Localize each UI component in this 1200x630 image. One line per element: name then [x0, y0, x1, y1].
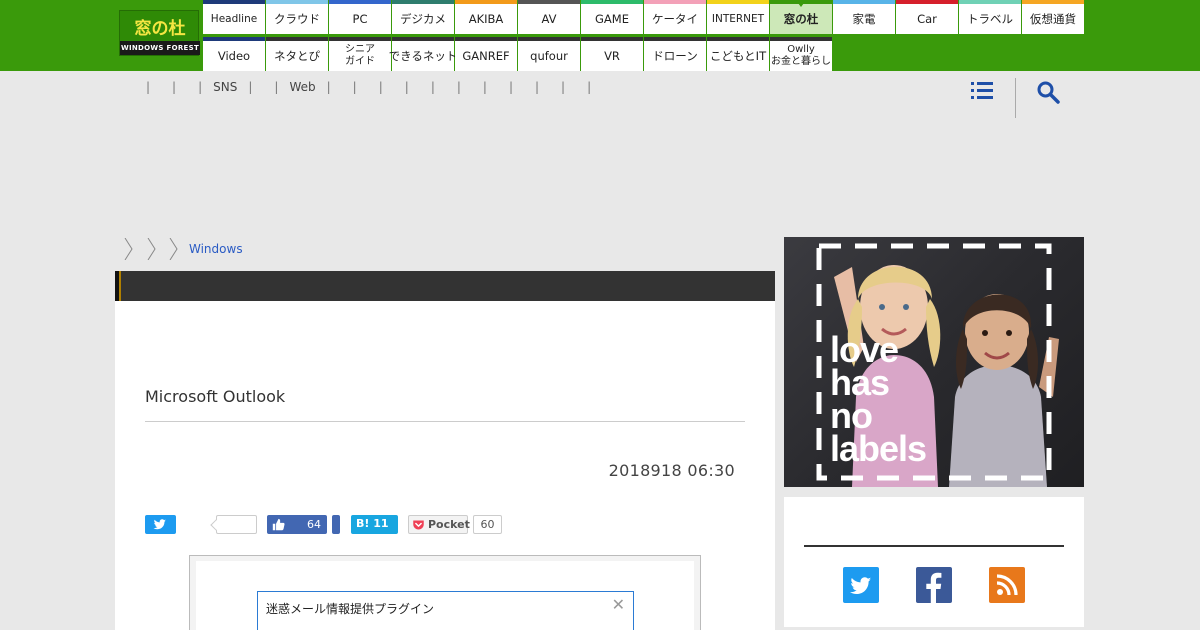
article-date: 2018918 06:30 [608, 461, 735, 480]
logo-name-jp: 窓の杜 [134, 19, 186, 39]
nav-separator: | [352, 80, 357, 94]
twitter-icon [153, 519, 166, 530]
site-link[interactable]: ケータイ [644, 0, 706, 34]
article-title-bar [115, 271, 775, 301]
network-sites-nav: Headline クラウド PC デジカメ AKIBA AV GAME ケータイ INTERNE… [203, 0, 1085, 71]
article-subtitle: Microsoft Outlook [145, 387, 286, 406]
nav-separator: | [430, 80, 435, 94]
site-link[interactable]: ネタとぴ [266, 37, 328, 71]
site-link[interactable]: Owlly お金と暮らし [770, 37, 832, 71]
site-link[interactable]: GAME [581, 0, 643, 34]
site-link[interactable]: ドローン [644, 37, 706, 71]
site-link[interactable]: Car [896, 0, 958, 34]
site-link[interactable]: 家電 [833, 0, 895, 34]
logo-name-en: WINDOWS FOREST [120, 41, 200, 55]
breadcrumb-link-windows[interactable]: Windows [189, 242, 243, 256]
site-link[interactable]: PC [329, 0, 391, 34]
hatena-bookmark-button[interactable]: B! 11 [351, 515, 398, 534]
site-link[interactable]: GANREF [455, 37, 517, 71]
screenshot-canvas: 迷惑メール情報提供プラグイン ✕ [196, 561, 694, 630]
nav-separator: | [248, 80, 253, 94]
facebook-icon[interactable] [916, 567, 952, 603]
site-link[interactable]: Video [203, 37, 265, 71]
nav-separator: | [587, 80, 592, 94]
chevron-right-icon [124, 238, 133, 260]
site-header: 窓の杜 WINDOWS FOREST Headline クラウド PC デジカメ AKI… [0, 0, 1200, 71]
site-link[interactable]: クラウド [266, 0, 328, 34]
header-divider [1015, 78, 1016, 118]
nav-separator: | [172, 80, 177, 94]
site-link[interactable]: シニア ガイド [329, 37, 391, 71]
facebook-like-button[interactable]: 64 [267, 515, 327, 534]
nav-separator: | [456, 80, 461, 94]
site-link[interactable]: 窓の杜 [770, 0, 832, 34]
nav-separator: | [326, 80, 331, 94]
nav-separator: | [198, 80, 203, 94]
plugin-dialog-title: 迷惑メール情報提供プラグイン [266, 602, 435, 616]
nav-separator: | [482, 80, 487, 94]
pocket-label: Pocket [428, 518, 470, 531]
site-link[interactable]: 仮想通貨 [1022, 0, 1084, 34]
nav-separator: | [561, 80, 566, 94]
sidebar-ad-banner[interactable]: love has no labels [784, 237, 1084, 487]
site-link[interactable]: できるネット [389, 37, 457, 71]
nav-separator: | [378, 80, 383, 94]
facebook-share-button[interactable] [332, 515, 340, 534]
follow-divider [804, 545, 1064, 547]
tweet-count [216, 515, 257, 534]
site-link[interactable]: VR [581, 37, 643, 71]
facebook-like-count: 64 [307, 518, 321, 531]
article-screenshot[interactable]: 迷惑メール情報提供プラグイン ✕ [189, 555, 701, 630]
chevron-right-icon [169, 238, 178, 260]
site-logo[interactable]: 窓の杜 WINDOWS FOREST [119, 10, 200, 56]
nav-separator: | [274, 80, 279, 94]
category-nav-item[interactable]: Web [289, 80, 315, 94]
pocket-count: 60 [473, 515, 502, 534]
site-link[interactable]: Headline [203, 0, 265, 34]
site-link[interactable]: AV [518, 0, 580, 34]
close-icon: ✕ [611, 595, 625, 614]
category-nav-item[interactable]: SNS [213, 80, 237, 94]
twitter-icon[interactable] [843, 567, 879, 603]
site-link[interactable]: トラベル [959, 0, 1021, 34]
plugin-dialog: 迷惑メール情報提供プラグイン ✕ [257, 591, 634, 630]
ad-slogan: love has no labels [830, 329, 927, 469]
hatena-bookmark-label: B! 11 [356, 517, 389, 530]
nav-separator: | [404, 80, 409, 94]
follow-box [784, 497, 1084, 627]
site-link[interactable]: AKIBA [455, 0, 517, 34]
rss-icon[interactable] [989, 567, 1025, 603]
chevron-right-icon [147, 238, 156, 260]
pocket-button[interactable]: Pocket [408, 515, 470, 534]
hamburger-menu-icon[interactable] [971, 81, 993, 99]
site-link[interactable]: デジカメ [392, 0, 454, 34]
search-icon[interactable] [1036, 80, 1060, 104]
thumbs-up-icon [272, 518, 285, 531]
nav-separator: | [535, 80, 540, 94]
site-link[interactable]: こどもとIT [707, 37, 769, 71]
site-link[interactable]: INTERNET [707, 0, 769, 34]
category-nav: | | | SNS | | Web | | | | | | | | | | | [135, 80, 602, 94]
nav-separator: | [146, 80, 151, 94]
site-link[interactable]: qufour [518, 37, 580, 71]
tweet-button[interactable] [145, 515, 176, 534]
title-divider [145, 421, 745, 422]
pocket-icon [413, 520, 424, 530]
article-body: Microsoft Outlook 2018918 06:30 64 B! 11… [115, 301, 775, 630]
nav-separator: | [508, 80, 513, 94]
